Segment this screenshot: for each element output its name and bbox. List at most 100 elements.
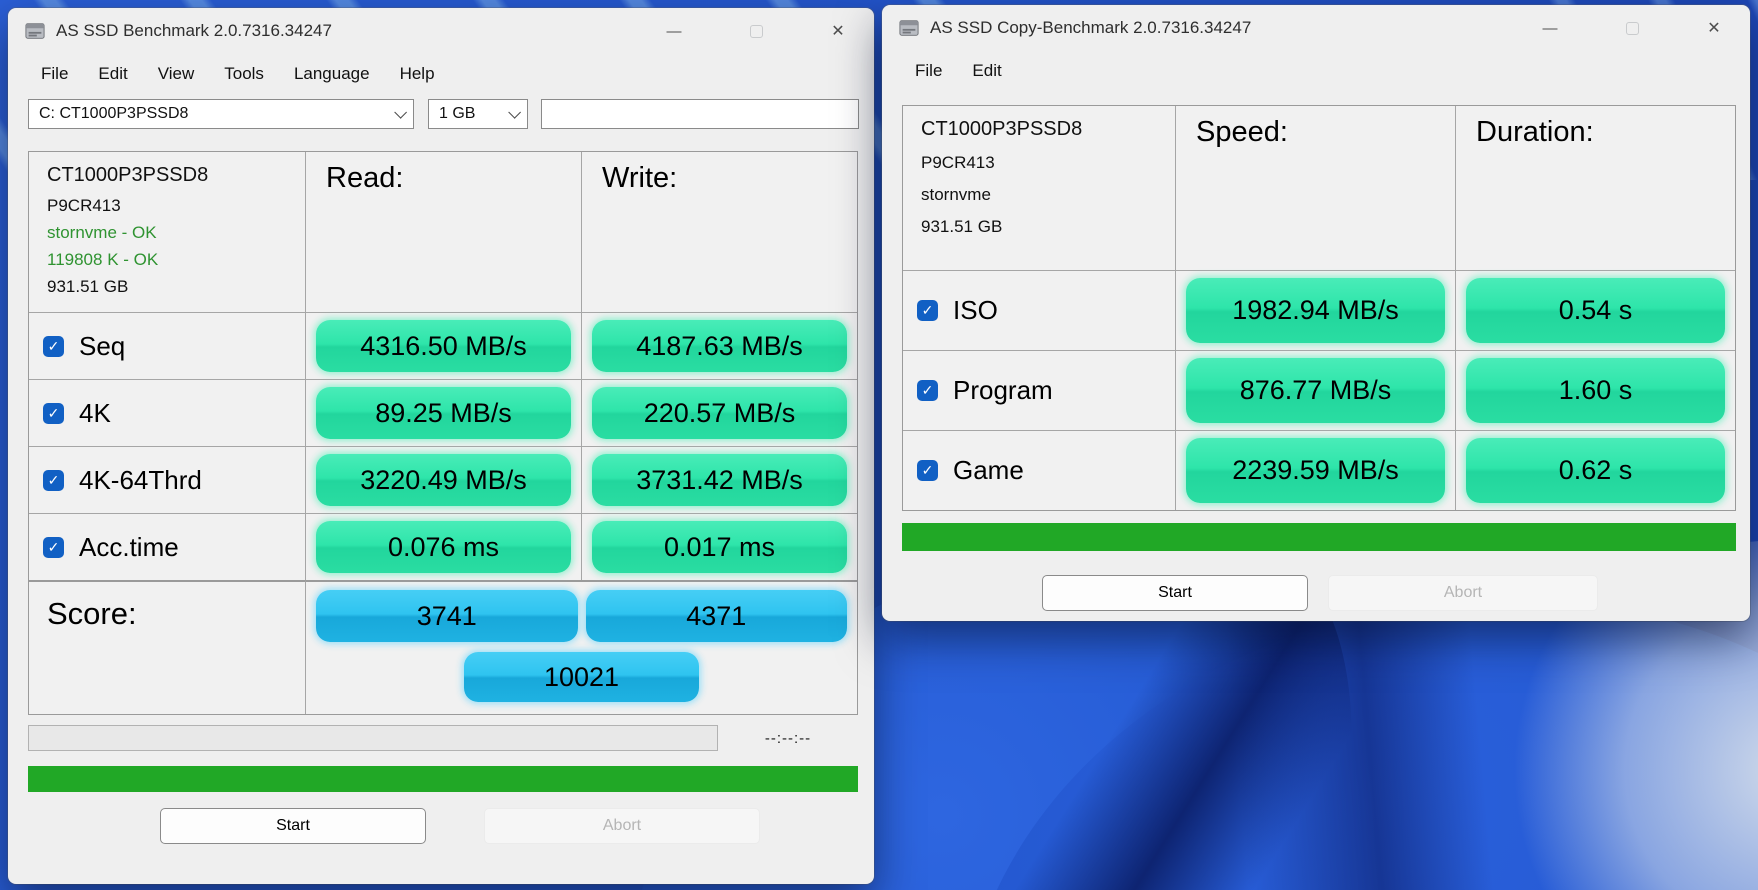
4k-64thrd-write-cell: 3731.42 MB/s	[581, 446, 857, 513]
elapsed-timer: --:--:--	[718, 730, 858, 747]
row-label: 4K	[79, 398, 111, 429]
total-score-pill: 10021	[464, 652, 699, 702]
drive-firmware: P9CR413	[47, 196, 305, 216]
read-score-pill: 3741	[316, 590, 578, 642]
row-label: ISO	[953, 295, 998, 326]
maximize-button[interactable]	[736, 16, 776, 46]
row-4k-64thrd: ✓ 4K-64Thrd	[29, 446, 305, 513]
drive-capacity: 931.51 GB	[47, 277, 305, 297]
close-icon: ✕	[831, 21, 844, 41]
abort-button[interactable]: Abort	[484, 808, 760, 844]
copy-results-table: CT1000P3PSSD8 P9CR413 stornvme 931.51 GB…	[902, 105, 1736, 511]
menu-file[interactable]: File	[26, 58, 83, 90]
iso-checkbox[interactable]: ✓	[917, 300, 938, 321]
abort-button[interactable]: Abort	[1328, 575, 1598, 611]
status-bar-green	[28, 766, 858, 792]
row-label: Program	[953, 375, 1053, 406]
drive-model: CT1000P3PSSD8	[47, 164, 305, 187]
check-icon: ✓	[48, 539, 60, 556]
drive-driver: stornvme	[921, 185, 1175, 205]
start-button[interactable]: Start	[160, 808, 426, 844]
write-score-pill: 4371	[586, 590, 848, 642]
row-seq: ✓ Seq	[29, 312, 305, 379]
menu-edit[interactable]: Edit	[83, 58, 142, 90]
check-icon: ✓	[48, 338, 60, 355]
check-icon: ✓	[922, 462, 934, 479]
result-pill: 0.076 ms	[316, 521, 571, 573]
4k-checkbox[interactable]: ✓	[43, 403, 64, 424]
row-label: 4K-64Thrd	[79, 465, 202, 496]
result-pill: 0.62 s	[1466, 438, 1725, 503]
acc-time-checkbox[interactable]: ✓	[43, 537, 64, 558]
desktop-background: AS SSD Benchmark 2.0.7316.34247 — ✕ File…	[0, 0, 1758, 890]
drive-info-cell: CT1000P3PSSD8 P9CR413 stornvme 931.51 GB	[903, 106, 1175, 270]
menu-edit[interactable]: Edit	[957, 55, 1016, 87]
result-pill: 3731.42 MB/s	[592, 454, 847, 506]
iso-speed-cell: 1982.94 MB/s	[1175, 270, 1455, 350]
window-controls: — ✕	[1530, 13, 1734, 43]
duration-column-header: Duration:	[1455, 106, 1735, 270]
copy-benchmark-window: AS SSD Copy-Benchmark 2.0.7316.34247 — ✕…	[882, 5, 1750, 621]
button-row: Start Abort	[882, 575, 1750, 611]
benchmark-results-table: CT1000P3PSSD8 P9CR413 stornvme - OK 1198…	[28, 151, 858, 715]
row-program: ✓ Program	[903, 350, 1175, 430]
drive-select[interactable]: C: CT1000P3PSSD8	[28, 99, 414, 129]
total-score-row: 10021	[316, 652, 847, 702]
program-checkbox[interactable]: ✓	[917, 380, 938, 401]
button-row: Start Abort	[8, 808, 874, 844]
drive-select-value: C: CT1000P3PSSD8	[39, 105, 394, 123]
result-pill: 1.60 s	[1466, 358, 1725, 423]
check-icon: ✓	[922, 382, 934, 399]
4k-write-cell: 220.57 MB/s	[581, 379, 857, 446]
driver-status: stornvme - OK	[47, 223, 305, 243]
result-pill: 3220.49 MB/s	[316, 454, 571, 506]
minimize-icon: —	[1543, 20, 1558, 37]
4k-64thrd-read-cell: 3220.49 MB/s	[305, 446, 581, 513]
game-duration-cell: 0.62 s	[1455, 430, 1735, 510]
drive-firmware: P9CR413	[921, 153, 1175, 173]
result-pill: 89.25 MB/s	[316, 387, 571, 439]
benchmark-titlebar[interactable]: AS SSD Benchmark 2.0.7316.34247 — ✕	[8, 8, 874, 54]
score-area: 3741 4371 10021	[305, 580, 857, 714]
result-pill: 0.017 ms	[592, 521, 847, 573]
disk-drive-icon	[898, 18, 920, 38]
maximize-icon	[1626, 22, 1639, 35]
result-pill: 1982.94 MB/s	[1186, 278, 1445, 343]
row-4k: ✓ 4K	[29, 379, 305, 446]
menubar: File Edit View Tools Language Help	[8, 54, 874, 94]
status-bar-green	[902, 523, 1736, 551]
window-title: AS SSD Copy-Benchmark 2.0.7316.34247	[930, 18, 1251, 38]
maximize-button[interactable]	[1612, 13, 1652, 43]
seq-checkbox[interactable]: ✓	[43, 336, 64, 357]
menu-language[interactable]: Language	[279, 58, 385, 90]
game-checkbox[interactable]: ✓	[917, 460, 938, 481]
row-iso: ✓ ISO	[903, 270, 1175, 350]
progress-bar	[28, 725, 718, 751]
4k-64thrd-checkbox[interactable]: ✓	[43, 470, 64, 491]
acc-time-read-cell: 0.076 ms	[305, 513, 581, 580]
close-button[interactable]: ✕	[818, 16, 858, 46]
result-pill: 876.77 MB/s	[1186, 358, 1445, 423]
result-pill: 0.54 s	[1466, 278, 1725, 343]
game-speed-cell: 2239.59 MB/s	[1175, 430, 1455, 510]
minimize-button[interactable]: —	[1530, 13, 1570, 43]
minimize-icon: —	[667, 23, 682, 40]
iso-duration-cell: 0.54 s	[1455, 270, 1735, 350]
start-button[interactable]: Start	[1042, 575, 1308, 611]
copy-titlebar[interactable]: AS SSD Copy-Benchmark 2.0.7316.34247 — ✕	[882, 5, 1750, 51]
test-size-select[interactable]: 1 GB	[428, 99, 528, 129]
menu-file[interactable]: File	[900, 55, 957, 87]
menu-help[interactable]: Help	[385, 58, 450, 90]
program-duration-cell: 1.60 s	[1455, 350, 1735, 430]
close-button[interactable]: ✕	[1694, 13, 1734, 43]
empty-text-field[interactable]	[541, 99, 859, 129]
menu-tools[interactable]: Tools	[209, 58, 279, 90]
seq-write-cell: 4187.63 MB/s	[581, 312, 857, 379]
disk-drive-icon	[24, 21, 46, 41]
minimize-button[interactable]: —	[654, 16, 694, 46]
write-column-header: Write:	[581, 152, 857, 312]
read-column-header: Read:	[305, 152, 581, 312]
menu-view[interactable]: View	[143, 58, 210, 90]
4k-read-cell: 89.25 MB/s	[305, 379, 581, 446]
score-row: 3741 4371	[316, 590, 847, 642]
